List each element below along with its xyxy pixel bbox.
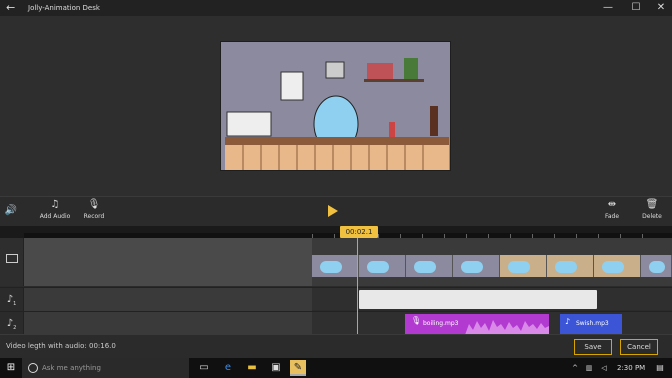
volume-tray-icon[interactable]: ◁ <box>596 360 612 376</box>
video-thumbnail[interactable] <box>641 255 672 277</box>
store-icon[interactable]: ▣ <box>268 360 284 376</box>
video-thumbnail[interactable] <box>312 255 359 277</box>
title-bar: ← Jolly-Animation Desk — ☐ ✕ <box>0 0 672 16</box>
audio-clip-name: Swish.mp3 <box>576 320 609 327</box>
trash-icon: 🗑 <box>645 199 659 210</box>
save-button[interactable]: Save <box>574 339 612 355</box>
video-length-status: Video legth with audio: 00:16.0 <box>6 342 116 350</box>
video-frame-icon <box>6 254 18 263</box>
microphone-icon: 🎙 <box>411 316 422 325</box>
music-note-icon: ♪2 <box>0 312 24 335</box>
fade-label: Fade <box>604 213 620 220</box>
video-thumbnail[interactable] <box>453 255 500 277</box>
add-audio-icon: ♫ <box>50 199 60 210</box>
fade-button[interactable]: ⇹ Fade <box>602 197 622 227</box>
footer-bar: Video legth with audio: 00:16.0 Save Can… <box>0 334 672 358</box>
video-thumbnail[interactable] <box>406 255 453 277</box>
microphone-icon: 🎙 <box>87 199 101 210</box>
audio-clip-name: boiling.mp3 <box>423 320 459 327</box>
edge-browser-icon[interactable]: e <box>220 360 236 376</box>
file-explorer-icon[interactable]: ▬ <box>244 360 260 376</box>
task-view-icon[interactable]: ▭ <box>196 360 212 376</box>
search-placeholder: Ask me anything <box>42 364 101 372</box>
delete-button[interactable]: 🗑 Delete <box>640 197 664 227</box>
playhead-line[interactable] <box>357 238 358 334</box>
fade-icon: ⇹ <box>607 199 617 210</box>
record-button[interactable]: 🎙 Record <box>82 197 106 227</box>
taskbar-search[interactable]: Ask me anything <box>22 358 189 378</box>
add-audio-button[interactable]: ♫ Add Audio <box>38 197 72 227</box>
video-thumbnail[interactable] <box>547 255 594 277</box>
cortana-icon <box>28 363 38 373</box>
maximize-button[interactable]: ☐ <box>623 0 649 16</box>
close-button[interactable]: ✕ <box>648 0 672 16</box>
audio-track-2: ♪2 🎙 boiling.mp3 ♪ Swish.mp3 <box>0 311 672 335</box>
video-track <box>0 238 672 286</box>
audio-clip-swish[interactable]: ♪ Swish.mp3 <box>560 314 622 335</box>
play-icon[interactable] <box>328 205 338 217</box>
audio-clip-boiling[interactable]: 🎙 boiling.mp3 <box>405 314 549 335</box>
audio-clip-placeholder[interactable] <box>359 290 597 309</box>
network-icon[interactable]: ▥ <box>581 360 597 376</box>
taskbar-clock[interactable]: 2:30 PM <box>617 364 645 372</box>
add-audio-label: Add Audio <box>39 213 71 220</box>
window-title: Jolly-Animation Desk <box>28 4 100 12</box>
animation-preview-canvas <box>220 41 451 171</box>
empty-video-region <box>24 238 312 286</box>
cancel-button[interactable]: Cancel <box>620 339 658 355</box>
audio-track-2-empty <box>24 312 312 335</box>
windows-start-icon[interactable]: ⊞ <box>3 360 19 376</box>
video-thumbnail[interactable] <box>359 255 406 277</box>
current-time-badge[interactable]: 00:02.1 <box>340 226 378 238</box>
action-center-icon[interactable]: ▤ <box>652 360 668 376</box>
video-track-header <box>0 238 24 286</box>
windows-taskbar: ⊞ Ask me anything ▭ e ▬ ▣ ✎ ^ ▥ ◁ 2:30 P… <box>0 358 672 378</box>
jolly-animation-app-icon[interactable]: ✎ <box>290 360 306 376</box>
record-label: Record <box>83 213 105 220</box>
kitchen-scene-illustration <box>221 42 450 170</box>
music-note-icon: ♪1 <box>0 288 24 311</box>
waveform <box>465 320 549 335</box>
delete-label: Delete <box>642 213 662 220</box>
audio-track-1-empty <box>24 288 312 311</box>
music-note-icon: ♪ <box>565 317 571 326</box>
editor-toolbar: 🔊 ♫ Add Audio 🎙 Record ⇹ Fade 🗑 Delete <box>0 196 672 226</box>
minimize-button[interactable]: — <box>595 0 621 16</box>
back-arrow-icon[interactable]: ← <box>6 0 15 16</box>
audio-track-1: ♪1 <box>0 287 672 311</box>
video-thumbnail[interactable] <box>500 255 547 277</box>
video-thumbnail[interactable] <box>594 255 641 277</box>
